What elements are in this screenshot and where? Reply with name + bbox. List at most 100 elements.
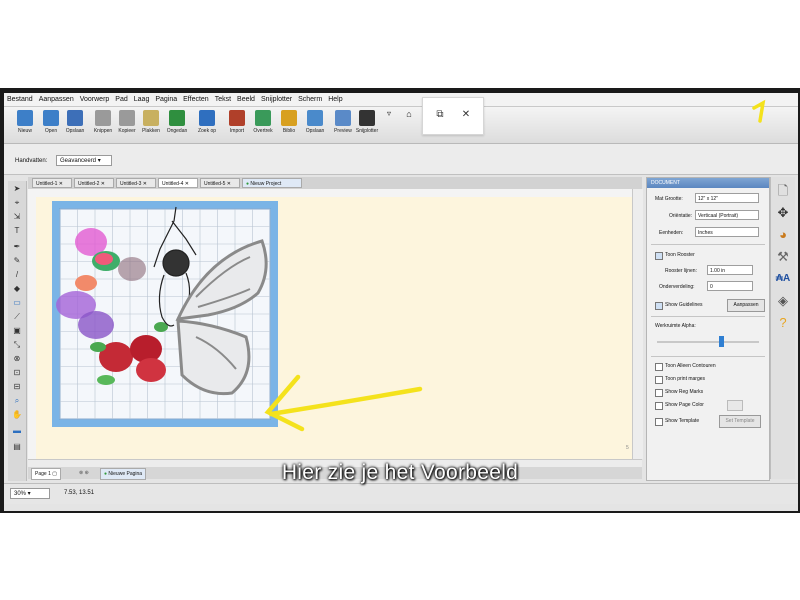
document-tab-label: Untitled-4 [162, 181, 184, 187]
only-contours-checkbox[interactable] [655, 363, 663, 371]
new-project-label: Nieuw Project [250, 181, 282, 187]
biblio-button[interactable]: Biblio [276, 109, 302, 141]
document-tab[interactable]: Untitled-3 ✕ [116, 178, 156, 188]
import-button[interactable]: Import [224, 109, 250, 141]
menu-item-help[interactable]: Help [325, 93, 345, 106]
zoom-select[interactable]: 30% ▾ [10, 488, 50, 499]
subdivision-input[interactable]: 0 [707, 281, 753, 291]
transform-icon[interactable]: ⇲ [11, 211, 23, 223]
units-select[interactable]: Inches [695, 227, 759, 237]
template-checkbox[interactable] [655, 418, 663, 426]
knippen-button[interactable]: Knippen [90, 109, 116, 141]
plakken-button[interactable]: Plakken [138, 109, 164, 141]
handles-select[interactable]: Geavanceerd ▾ [56, 155, 112, 166]
menu-item-snijplotter[interactable]: Snijplotter [258, 93, 295, 106]
pan-icon[interactable]: ✋ [11, 409, 23, 421]
panel-icon-strip: 🗋 ✥ ◕ ⚒ ₳A ◈ ? [770, 177, 795, 479]
menu-item-bestand[interactable]: Bestand [4, 93, 36, 106]
brush-icon[interactable]: / [11, 269, 23, 281]
eyedropper-icon[interactable]: ⤡ [11, 339, 23, 351]
zoom-icon[interactable]: ⌕ [11, 395, 23, 407]
design-canvas[interactable]: 5 [36, 197, 632, 459]
units-label: Eenheden: [659, 230, 684, 236]
knife-icon[interactable]: ⟋ [11, 311, 23, 323]
close-tab-icon[interactable]: ✕ [99, 181, 105, 187]
help-icon[interactable]: ? [775, 315, 791, 331]
close-tab-icon[interactable]: ✕ [183, 181, 189, 187]
close-window-button[interactable]: ✕ [456, 107, 476, 123]
select-arrow-icon[interactable]: ➤ [11, 183, 23, 195]
units-value: Inches [698, 230, 713, 236]
set-template-button[interactable]: Set Template [719, 415, 761, 428]
zoek-op-button[interactable]: Zoek op [194, 109, 220, 141]
opslaan-button[interactable]: Opslaan [62, 109, 88, 141]
cutter-settings-icon[interactable]: ⌂ [402, 109, 416, 141]
kopieer-button[interactable]: Kopieer [114, 109, 140, 141]
reg-marks-checkbox[interactable] [655, 389, 663, 397]
vertical-scrollbar[interactable] [632, 189, 643, 459]
restore-window-button[interactable]: ⧉ [430, 107, 450, 123]
document-icon[interactable]: 🗋 [775, 183, 791, 199]
layers-icon[interactable]: ◈ [775, 293, 791, 309]
toolbar-button-label: Ongedan [166, 128, 188, 134]
orientation-select[interactable]: Verticaal (Portrait) [695, 210, 759, 220]
close-tab-icon[interactable]: ✕ [225, 181, 231, 187]
menu-item-pad[interactable]: Pad [112, 93, 130, 106]
print-margins-checkbox[interactable] [655, 376, 663, 384]
snijplotter-button[interactable]: Snijplotter [354, 109, 380, 141]
document-tab[interactable]: Untitled-5 ✕ [200, 178, 240, 188]
show-guidelines-checkbox[interactable] [655, 302, 663, 310]
toolbar-button-label: Zoek op [197, 128, 217, 134]
adjust-button[interactable]: Aanpassen [727, 299, 765, 312]
crop-icon[interactable]: ▣ [11, 325, 23, 337]
alpha-slider-track[interactable] [657, 341, 759, 343]
menu-item-beeld[interactable]: Beeld [234, 93, 258, 106]
panel-divider [651, 316, 765, 317]
pen-tool-icon[interactable]: ✒ [11, 241, 23, 253]
alpha-slider-thumb[interactable] [719, 336, 725, 347]
rectangle-tool-icon[interactable]: ▭ [11, 297, 23, 309]
grid-lines-input[interactable]: 1.00 in [707, 265, 753, 275]
document-tab[interactable]: Untitled-1 ✕ [32, 178, 72, 188]
warp-icon[interactable]: ⊡ [11, 367, 23, 379]
menu-item-voorwerp[interactable]: Voorwerp [77, 93, 113, 106]
menu-item-aanpassen[interactable]: Aanpassen [36, 93, 77, 106]
new-project-tab[interactable]: ● Nieuw Project [242, 178, 302, 188]
panel-divider [651, 244, 765, 245]
menu-item-effecten[interactable]: Effecten [180, 93, 212, 106]
close-tab-icon[interactable]: ✕ [57, 181, 63, 187]
save-icon [67, 110, 83, 126]
overtrek-button[interactable]: Overtrek [250, 109, 276, 141]
show-grid-checkbox[interactable] [655, 252, 663, 260]
open-button[interactable]: Open [38, 109, 64, 141]
close-tab-icon[interactable]: ✕ [141, 181, 147, 187]
move-icon[interactable]: ✥ [775, 205, 791, 221]
fill-icon[interactable]: ▬ [11, 425, 23, 437]
document-tab[interactable]: Untitled-4 ✕ [158, 178, 198, 188]
document-panel: DOCUMENT Mat Grootte: 12" x 12" Oriëntat… [646, 177, 770, 481]
eraser-icon[interactable]: ◆ [11, 283, 23, 295]
document-tab[interactable]: Untitled-2 ✕ [74, 178, 114, 188]
weld-icon[interactable]: ⊗ [11, 353, 23, 365]
opslaan-button[interactable]: Opslaan [302, 109, 328, 141]
toolbar-dropdown-icon[interactable]: ▿ [382, 109, 396, 141]
window-controls: ⧉ ✕ [422, 97, 484, 135]
palette-icon[interactable]: ◕ [775, 227, 791, 243]
page-color-swatch[interactable] [727, 400, 743, 411]
menu-item-scherm[interactable]: Scherm [295, 93, 325, 106]
menu-item-tekst[interactable]: Tekst [212, 93, 234, 106]
menu-item-pagina[interactable]: Pagina [152, 93, 180, 106]
preview-button[interactable]: Preview [330, 109, 356, 141]
menu-item-laag[interactable]: Laag [131, 93, 153, 106]
wrench-icon[interactable]: ⚒ [775, 249, 791, 265]
text-tool-icon[interactable]: T [11, 225, 23, 237]
pencil-icon[interactable]: ✎ [11, 255, 23, 267]
text-style-icon[interactable]: ₳A [775, 271, 791, 287]
node-edit-icon[interactable]: ⌖ [11, 197, 23, 209]
ongedan-button[interactable]: Ongedan [164, 109, 190, 141]
flip-icon[interactable]: ⊟ [11, 381, 23, 393]
measure-icon[interactable]: ▤ [11, 441, 23, 453]
page-color-checkbox[interactable] [655, 402, 663, 410]
mat-size-select[interactable]: 12" x 12" [695, 193, 759, 203]
nieuw-button[interactable]: Nieuw [12, 109, 38, 141]
